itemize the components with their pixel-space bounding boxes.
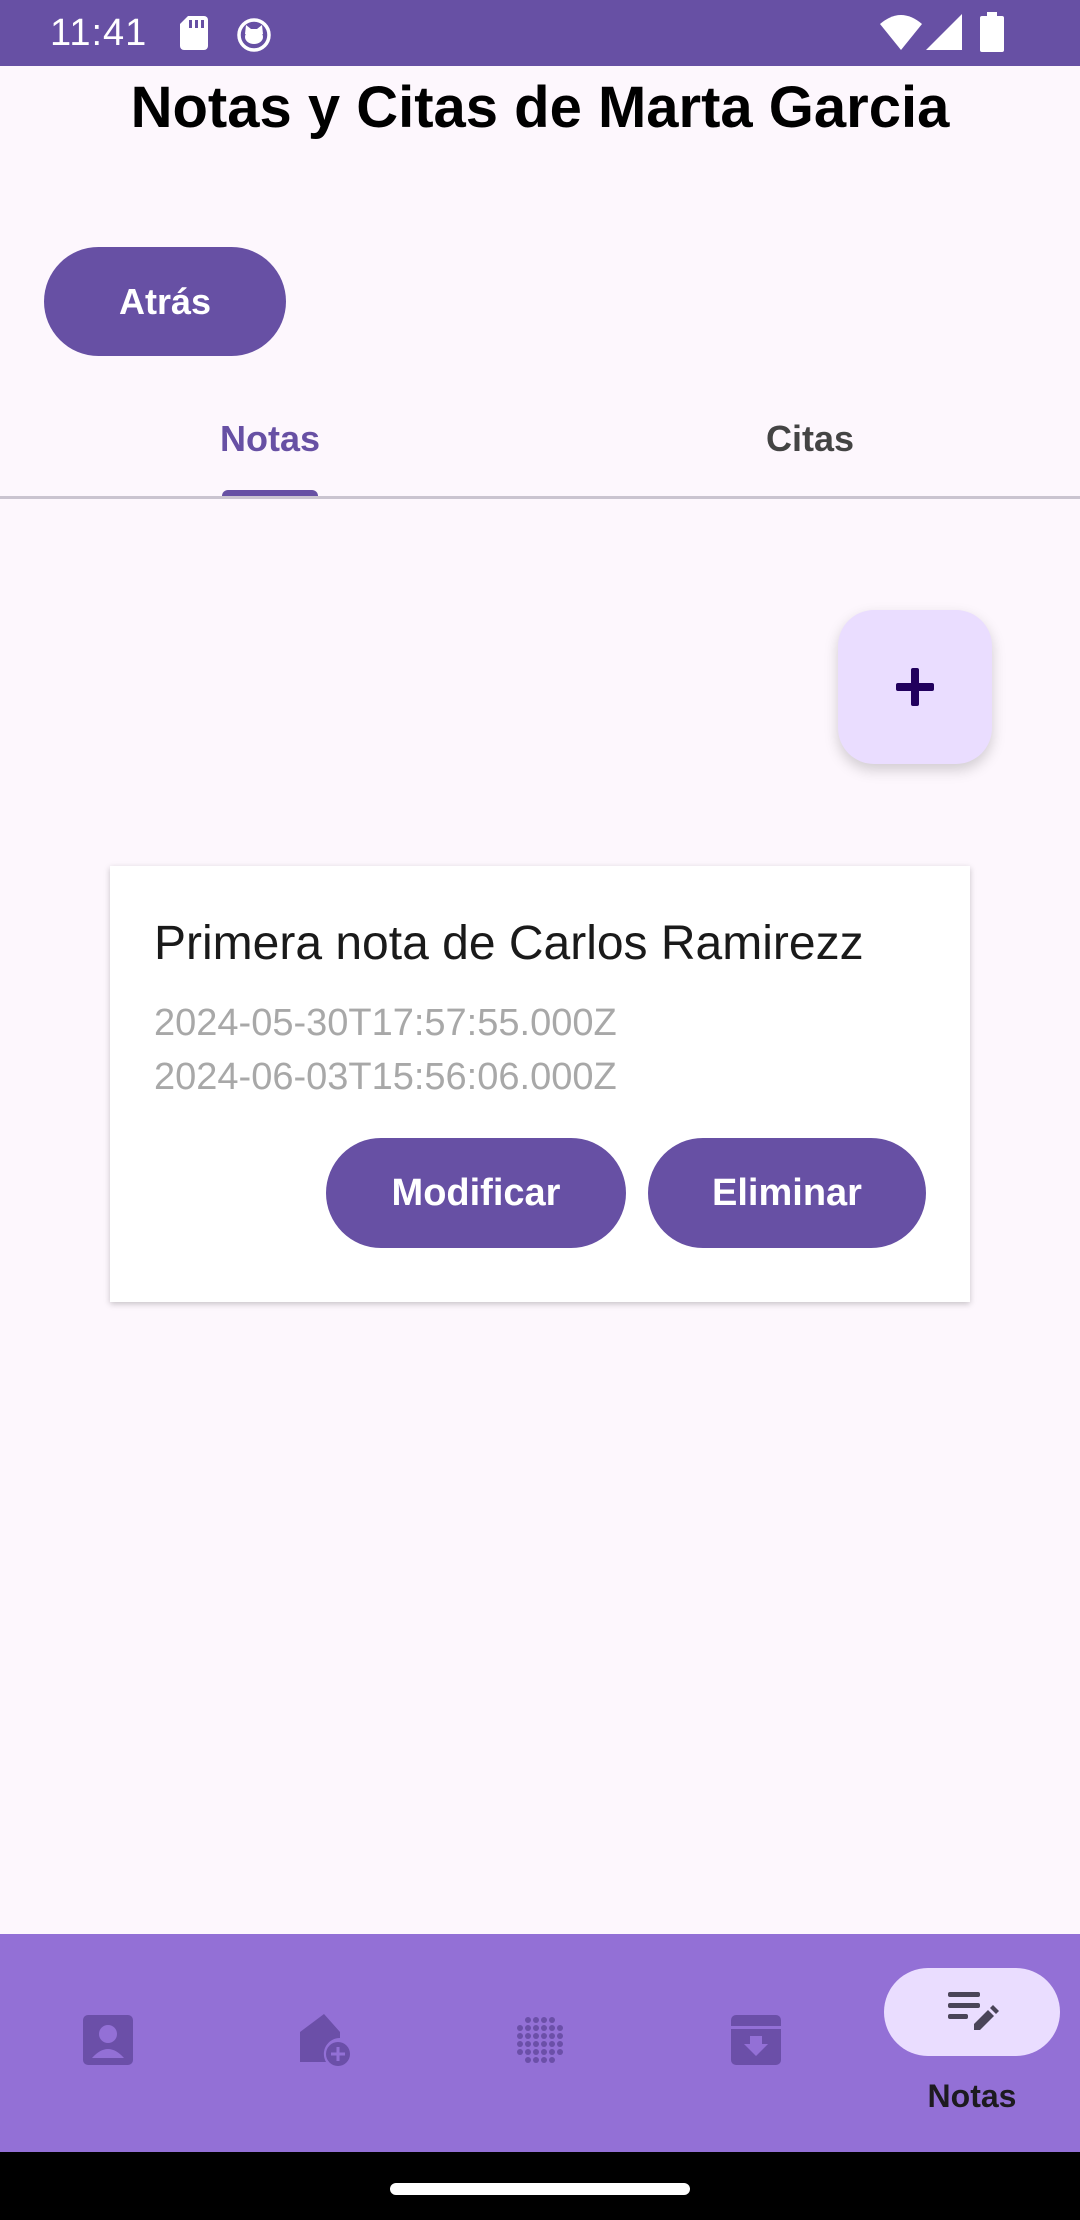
contact-icon: [83, 2015, 133, 2065]
add-note-button[interactable]: [838, 610, 992, 764]
back-button[interactable]: Atrás: [44, 247, 286, 356]
modify-button[interactable]: Modificar: [326, 1138, 626, 1248]
tab-notas[interactable]: Notas: [0, 382, 540, 496]
tabs-divider: [0, 496, 1080, 499]
add-home-icon: [300, 2014, 350, 2066]
tab-citas[interactable]: Citas: [540, 382, 1080, 496]
plus-icon: [896, 668, 934, 706]
signal-icon: [926, 14, 962, 50]
cat-icon: [237, 18, 271, 52]
archive-icon: [731, 2015, 781, 2065]
nav-item-grid[interactable]: [432, 1934, 648, 2152]
page-title: Notas y Citas de Marta Garcia: [130, 75, 950, 140]
note-card: Primera nota de Carlos Ramirezz 2024-05-…: [110, 866, 970, 1302]
home-gesture-handle[interactable]: [390, 2183, 690, 2195]
note-title: Primera nota de Carlos Ramirezz: [154, 917, 864, 970]
note-updated-date: 2024-06-03T15:56:06.000Z: [154, 1056, 617, 1098]
status-bar: 11:41: [0, 0, 1080, 66]
tab-bar: Notas Citas: [0, 382, 1080, 498]
dots-grid-icon: [517, 2017, 563, 2063]
nav-item-add-home[interactable]: [216, 1934, 432, 2152]
note-created-date: 2024-05-30T17:57:55.000Z: [154, 1002, 617, 1044]
bottom-navigation: Notas: [0, 1934, 1080, 2152]
battery-icon: [980, 12, 1004, 52]
nav-notas-label: Notas: [927, 2078, 1017, 2114]
tab-notas-label: Notas: [219, 418, 321, 459]
wifi-icon: [880, 15, 922, 50]
status-time: 11:41: [50, 12, 148, 54]
sd-card-icon: [180, 16, 208, 50]
screen: 11:41 Notas y Citas de Marta Garcia Atrá…: [0, 0, 1080, 2220]
tab-citas-label: Citas: [765, 418, 855, 459]
notes-edit-icon: [948, 1992, 999, 2030]
nav-item-contacts[interactable]: [0, 1934, 216, 2152]
delete-button[interactable]: Eliminar: [648, 1138, 926, 1248]
nav-item-archive[interactable]: [648, 1934, 864, 2152]
